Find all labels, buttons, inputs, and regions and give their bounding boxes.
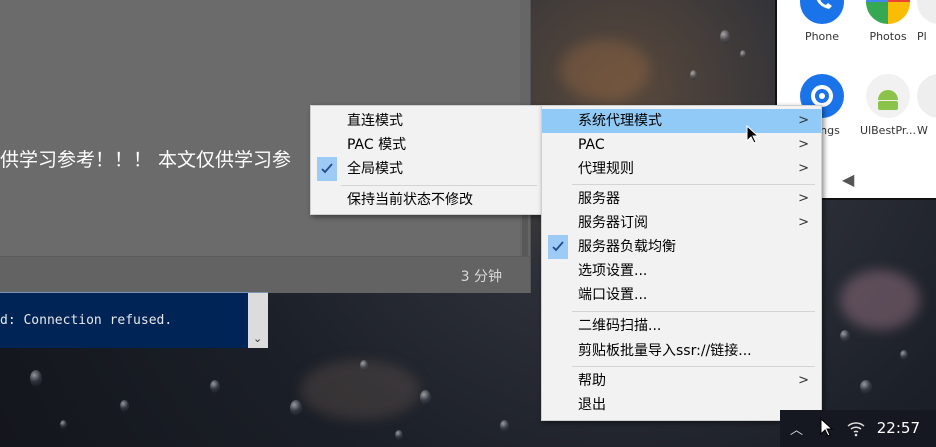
menu-item-direct-mode[interactable]: 直连模式: [311, 109, 543, 133]
photos-icon: [866, 0, 910, 24]
menu-item-label: 二维码扫描...: [578, 318, 662, 334]
menu-item-label: 代理规则: [578, 161, 634, 177]
menu-item-port-settings[interactable]: 端口设置...: [542, 283, 821, 307]
phone-icon: [800, 0, 844, 24]
menu-item-label: 服务器订阅: [578, 215, 648, 231]
menu-item-label: 选项设置...: [578, 263, 648, 279]
check-slot: [548, 133, 568, 157]
menu-item-label: 保持当前状态不修改: [347, 192, 473, 208]
menu-item-servers[interactable]: 服务器 >: [542, 187, 821, 211]
android-icon: [866, 74, 910, 118]
menu-item-label: 直连模式: [347, 113, 403, 129]
console-window: d: Connection refused. ⌄: [0, 292, 268, 348]
app-label: ngs: [820, 124, 840, 137]
app-play[interactable]: Pl: [917, 0, 936, 43]
check-slot: [548, 157, 568, 181]
app-icon: [917, 74, 936, 118]
chevron-down-icon[interactable]: ⌄: [253, 332, 262, 345]
system-tray: ︿ 22:57: [780, 410, 936, 447]
app-photos[interactable]: Photos: [853, 0, 923, 43]
mouse-cursor-icon: [820, 417, 834, 442]
check-slot: [548, 259, 568, 283]
app-label: Pl: [917, 30, 927, 43]
check-slot: [548, 314, 568, 338]
check-slot: [548, 369, 568, 393]
app-phone[interactable]: Phone: [787, 0, 857, 43]
article-text: 供学习参考！！！ 本文仅供学习参: [0, 149, 292, 171]
menu-item-label: 剪贴板批量导入ssr://链接...: [578, 343, 752, 359]
menu-item-keep-current-state[interactable]: 保持当前状态不修改: [311, 188, 543, 212]
menu-item-label: 退出: [578, 397, 606, 413]
menu-item-pac[interactable]: PAC >: [542, 133, 821, 157]
app-label: UlBestPr...: [860, 124, 916, 137]
menu-separator: [341, 185, 537, 186]
read-time-label: 3 分钟: [460, 269, 502, 285]
app-label: W: [917, 124, 928, 137]
app-w[interactable]: W: [917, 74, 936, 137]
submenu-arrow-icon: >: [798, 373, 809, 388]
check-slot: [548, 393, 568, 417]
check-slot: [317, 188, 337, 212]
show-hidden-icons-icon[interactable]: ︿: [790, 419, 803, 438]
menu-item-options[interactable]: 选项设置...: [542, 259, 821, 283]
check-slot: [548, 211, 568, 235]
clock-time[interactable]: 22:57: [877, 419, 920, 437]
menu-item-label: 服务器: [578, 191, 620, 207]
menu-item-label: 系统代理模式: [578, 113, 662, 129]
menu-item-clipboard-import[interactable]: 剪贴板批量导入ssr://链接...: [542, 339, 821, 363]
menu-separator: [572, 311, 815, 312]
menu-separator: [572, 184, 815, 185]
back-button[interactable]: ◀: [842, 170, 854, 189]
wifi-icon[interactable]: [846, 419, 866, 441]
app-label: Phone: [804, 30, 840, 43]
menu-item-system-proxy-mode[interactable]: 系统代理模式 >: [542, 109, 821, 133]
submenu-arrow-icon: >: [798, 215, 809, 230]
check-slot: [317, 109, 337, 133]
checkmark-icon: [317, 157, 337, 181]
check-slot: [548, 109, 568, 133]
menu-item-qr-scan[interactable]: 二维码扫描...: [542, 314, 821, 338]
menu-item-pac-mode[interactable]: PAC 模式: [311, 133, 543, 157]
app-ulbestpr[interactable]: UlBestPr...: [853, 74, 923, 137]
menu-item-proxy-rules[interactable]: 代理规则 >: [542, 157, 821, 181]
menu-item-label: PAC 模式: [347, 137, 407, 153]
menu-item-server-subscription[interactable]: 服务器订阅 >: [542, 211, 821, 235]
console-output-line: d: Connection refused.: [0, 313, 173, 328]
menu-item-load-balancing[interactable]: 服务器负载均衡: [542, 235, 821, 259]
console-scrollbar[interactable]: ⌄: [248, 293, 268, 348]
submenu-arrow-icon: >: [798, 161, 809, 176]
submenu-arrow-icon: >: [798, 113, 809, 128]
check-slot: [548, 283, 568, 307]
tray-context-menu: 系统代理模式 > PAC > 代理规则 > 服务器 > 服务器订阅 > 服务器负…: [541, 105, 822, 421]
menu-item-label: PAC: [578, 137, 605, 153]
menu-item-label: 服务器负载均衡: [578, 239, 676, 255]
app-label: Photos: [869, 30, 907, 43]
mouse-cursor-icon: [746, 124, 760, 149]
proxy-mode-submenu: 直连模式 PAC 模式 全局模式 保持当前状态不修改: [310, 105, 544, 215]
menu-item-label: 端口设置...: [578, 287, 648, 303]
menu-item-label: 帮助: [578, 373, 606, 389]
check-slot: [548, 187, 568, 211]
menu-separator: [572, 366, 815, 367]
submenu-arrow-icon: >: [798, 191, 809, 206]
check-slot: [548, 339, 568, 363]
play-icon: [917, 0, 936, 24]
menu-item-global-mode[interactable]: 全局模式: [311, 157, 543, 181]
check-slot: [317, 133, 337, 157]
article-footer: 3 分钟: [0, 256, 530, 293]
menu-item-label: 全局模式: [347, 161, 403, 177]
menu-item-help[interactable]: 帮助 >: [542, 369, 821, 393]
checkmark-icon: [548, 235, 568, 259]
submenu-arrow-icon: >: [798, 137, 809, 152]
